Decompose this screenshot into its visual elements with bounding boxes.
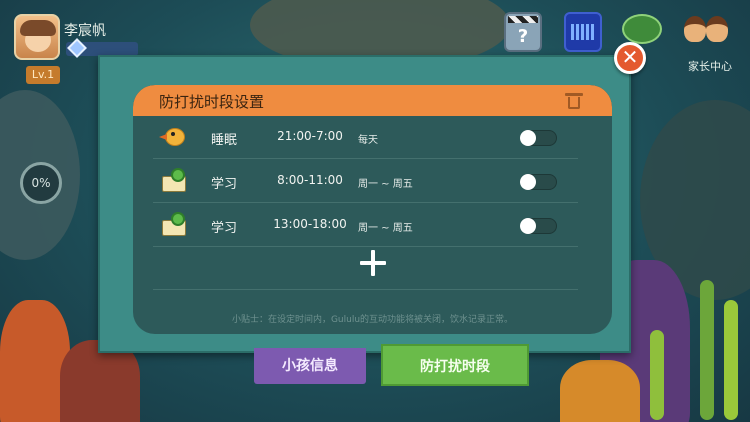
tab-child-info[interactable]: 小孩信息 <box>254 348 366 384</box>
progress-ring: 0% <box>20 162 62 204</box>
schedule-time: 8:00-11:00 <box>277 173 343 187</box>
divider <box>153 289 578 290</box>
schedule-days: 周一 ~ 周五 <box>358 223 413 234</box>
quiet-hours-panel: 防打扰时段设置 睡眠 21:00-7:00 每天 学习 8:00-11:00 周… <box>133 85 612 334</box>
schedule-row[interactable]: 学习 8:00-11:00 周一 ~ 周五 <box>153 160 578 203</box>
help-mark: ? <box>517 26 529 47</box>
background-coral <box>560 360 640 422</box>
clock-face <box>171 168 185 182</box>
bird-icon <box>159 124 187 150</box>
level-badge: Lv.1 <box>26 66 60 84</box>
chat-icon[interactable] <box>622 14 662 44</box>
schedule-name: 睡眠 <box>211 133 238 148</box>
trash-icon[interactable] <box>565 93 583 109</box>
panel-title: 防打扰时段设置 <box>159 93 265 111</box>
tip-text: 小贴士：在设定时间内，Gululu的互动功能将被关闭，饮水记录正常。 <box>231 315 514 325</box>
music-icon[interactable] <box>564 12 602 52</box>
avatar-hair <box>20 20 56 36</box>
book-clock-icon <box>161 212 187 238</box>
toggle-knob <box>520 174 536 190</box>
parents-center-label[interactable]: 家长中心 <box>684 58 736 74</box>
schedule-row[interactable]: 学习 13:00-18:00 周一 ~ 周五 <box>153 204 578 247</box>
schedule-row[interactable]: 睡眠 21:00-7:00 每天 <box>153 116 578 159</box>
schedule-time: 21:00-7:00 <box>277 129 343 143</box>
bird-eye <box>171 132 175 136</box>
background-seaweed <box>724 300 738 420</box>
game-screen: Lv.1 李宸帆 0% ? 家长中心 ✕ 防打扰时段设置 睡眠 21:00-7:… <box>0 0 750 422</box>
schedule-days: 每天 <box>358 135 378 146</box>
close-button[interactable]: ✕ <box>614 42 646 74</box>
trash-lid <box>565 93 583 96</box>
parent-figure <box>684 16 706 42</box>
avatar[interactable] <box>14 14 60 60</box>
parent-figure <box>706 16 728 42</box>
video-help-icon[interactable]: ? <box>504 12 542 52</box>
schedule-toggle[interactable] <box>520 174 557 190</box>
schedule-time: 13:00-18:00 <box>273 217 347 231</box>
trash-can <box>568 97 580 109</box>
bird-body <box>165 128 185 146</box>
add-schedule-button[interactable] <box>360 250 386 276</box>
parents-center-icon[interactable] <box>684 12 732 48</box>
bird-beak <box>159 134 167 140</box>
tab-do-not-disturb[interactable]: 防打扰时段 <box>381 344 529 386</box>
user-name: 李宸帆 <box>64 23 106 39</box>
toggle-knob <box>520 130 536 146</box>
schedule-days: 周一 ~ 周五 <box>358 179 413 190</box>
panel-header: 防打扰时段设置 <box>133 85 612 116</box>
clock-face <box>171 212 185 226</box>
background-seaweed <box>650 330 664 420</box>
book-clock-icon <box>161 168 187 194</box>
schedule-name: 学习 <box>211 221 238 236</box>
background-seaweed <box>700 280 714 420</box>
schedule-name: 学习 <box>211 177 238 192</box>
schedule-toggle[interactable] <box>520 130 557 146</box>
schedule-toggle[interactable] <box>520 218 557 234</box>
toggle-knob <box>520 218 536 234</box>
